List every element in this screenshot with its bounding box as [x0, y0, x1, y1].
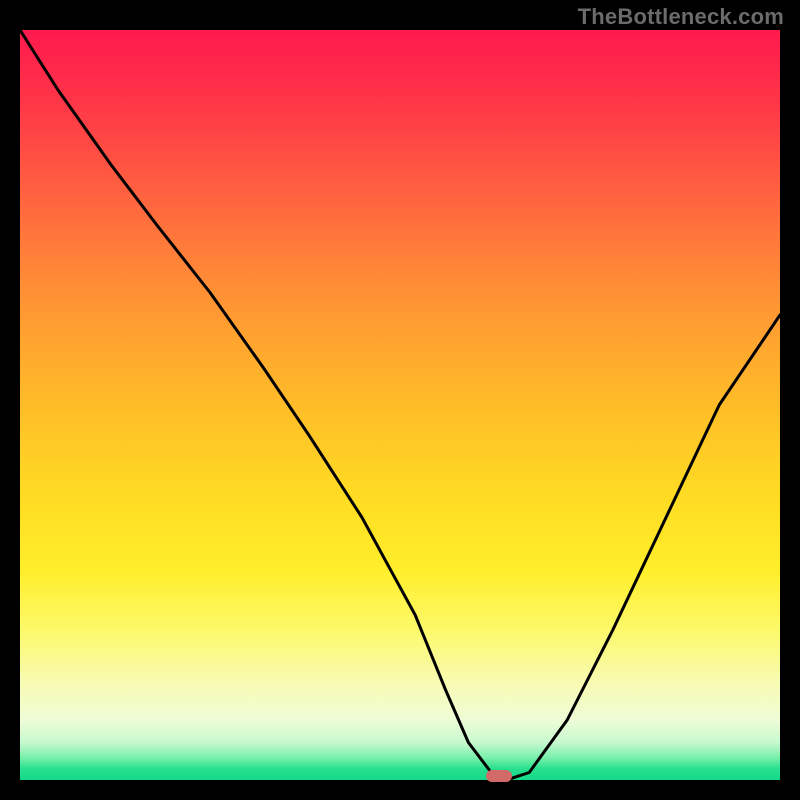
bottleneck-curve	[20, 30, 780, 780]
curve-path	[20, 30, 780, 780]
optimal-point-marker	[486, 770, 512, 782]
plot-area	[20, 30, 780, 780]
chart-frame: TheBottleneck.com	[0, 0, 800, 800]
watermark-text: TheBottleneck.com	[578, 4, 784, 30]
